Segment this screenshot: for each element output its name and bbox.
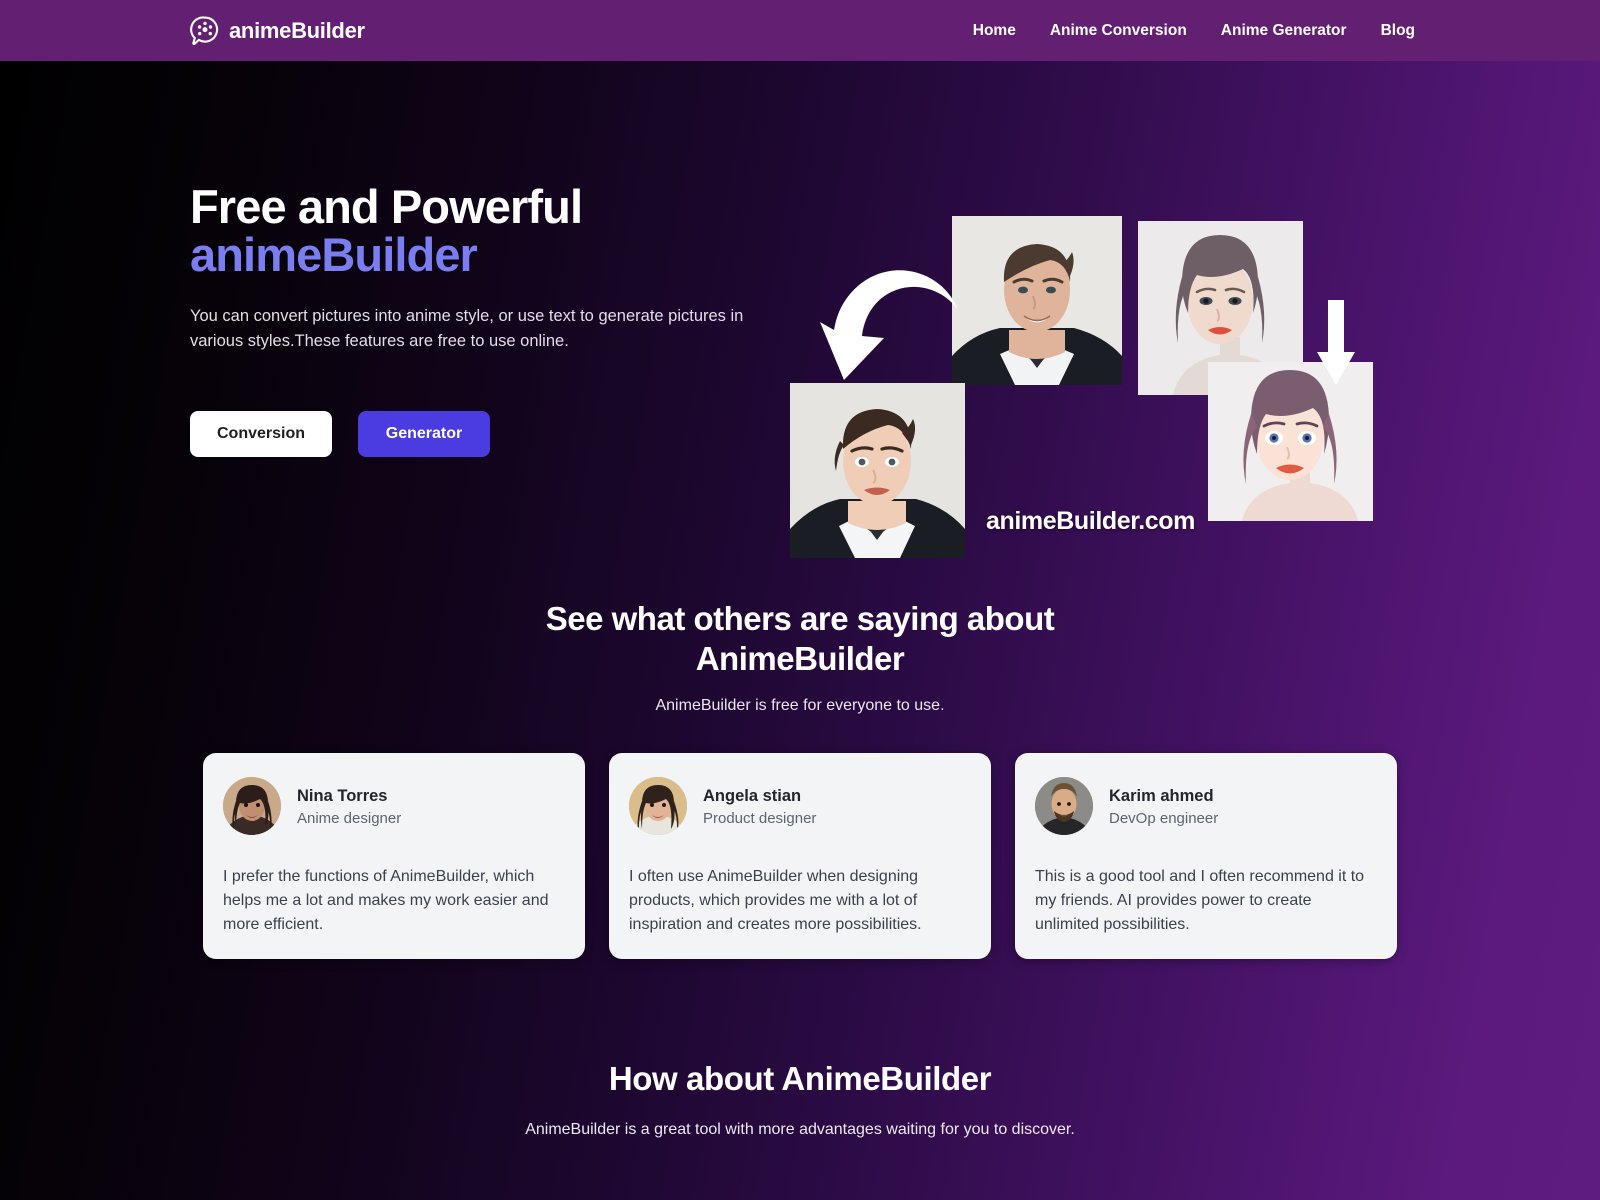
hero-title-line2: animeBuilder (190, 228, 478, 282)
hero-title-line1: Free and Powerful (190, 180, 583, 233)
anime-portrait-woman-photo (1208, 362, 1373, 521)
hero-section: Free and Powerful animeBuilder You can c… (0, 61, 1600, 581)
testimonial-quote: I prefer the functions of AnimeBuilder, … (223, 868, 549, 934)
about-subtitle: AnimeBuilder is a great tool with more a… (525, 1121, 1075, 1138)
nav-item-home[interactable]: Home (973, 22, 1016, 40)
site-header: animeBuilder Home Anime Conversion Anime… (0, 0, 1600, 61)
testimonials-title-line2: AnimeBuilder (695, 639, 905, 677)
landing-page: animeBuilder Home Anime Conversion Anime… (0, 0, 1600, 1200)
film-reel-chat-icon (190, 15, 220, 46)
testimonial-identity: Nina Torres Anime designer (297, 785, 401, 827)
testimonials-title-line1: See what others are saying about (545, 600, 1055, 637)
brand-name: animeBuilder (229, 17, 365, 43)
testimonial-card: Karim ahmed DevOp engineer This is a goo… (1015, 753, 1397, 960)
testimonials-section: See what others are saying about AnimeBu… (0, 581, 1600, 960)
testimonial-header: Angela stian Product designer (629, 777, 971, 836)
hero-collage: animeBuilder.com (790, 155, 1390, 558)
avatar (223, 777, 281, 836)
testimonial-header: Karim ahmed DevOp engineer (1035, 777, 1377, 836)
hero-subtitle: You can convert pictures into anime styl… (190, 306, 744, 351)
avatar (629, 777, 687, 836)
nav-item-anime-generator[interactable]: Anime Generator (1221, 22, 1347, 40)
testimonial-card: Nina Torres Anime designer I prefer the … (203, 753, 585, 960)
about-section: How about AnimeBuilder AnimeBuilder is a… (0, 1060, 1600, 1139)
nav-item-blog[interactable]: Blog (1381, 22, 1415, 40)
hero-cta-group: Conversion Generator (190, 410, 790, 457)
testimonial-card-list: Nina Torres Anime designer I prefer the … (0, 753, 1600, 960)
testimonial-card: Angela stian Product designer I often us… (609, 753, 991, 960)
testimonial-role: Anime designer (297, 810, 402, 828)
hero-copy: Free and Powerful animeBuilder You can c… (190, 180, 790, 457)
main-nav: Home Anime Conversion Anime Generator Bl… (973, 22, 1415, 40)
collage-watermark: animeBuilder.com (986, 507, 1195, 535)
brand-logo-link[interactable]: animeBuilder (190, 15, 365, 46)
generator-button[interactable]: Generator (358, 410, 490, 457)
curved-arrow-icon (814, 260, 959, 385)
testimonial-role: DevOp engineer (1109, 810, 1219, 828)
avatar (1035, 777, 1093, 836)
testimonial-quote: I often use AnimeBuilder when designing … (629, 868, 922, 934)
nav-item-anime-conversion[interactable]: Anime Conversion (1050, 22, 1187, 40)
anime-portrait-man-photo (790, 383, 965, 558)
testimonial-quote: This is a good tool and I often recommen… (1035, 868, 1365, 934)
testimonials-subtitle: AnimeBuilder is free for everyone to use… (655, 697, 945, 715)
source-portrait-man-photo (952, 216, 1122, 385)
testimonial-name: Karim ahmed (1109, 787, 1214, 806)
testimonial-identity: Angela stian Product designer (703, 785, 816, 827)
testimonial-header: Nina Torres Anime designer (223, 777, 565, 836)
testimonial-identity: Karim ahmed DevOp engineer (1109, 785, 1218, 827)
testimonial-name: Nina Torres (297, 787, 388, 806)
about-title: How about AnimeBuilder (608, 1060, 992, 1097)
testimonial-role: Product designer (703, 810, 817, 828)
down-arrow-icon (1317, 300, 1355, 385)
testimonial-name: Angela stian (703, 787, 802, 806)
conversion-button[interactable]: Conversion (190, 410, 332, 457)
hero-title: Free and Powerful animeBuilder (190, 180, 790, 282)
testimonials-title: See what others are saying about AnimeBu… (0, 581, 1600, 678)
